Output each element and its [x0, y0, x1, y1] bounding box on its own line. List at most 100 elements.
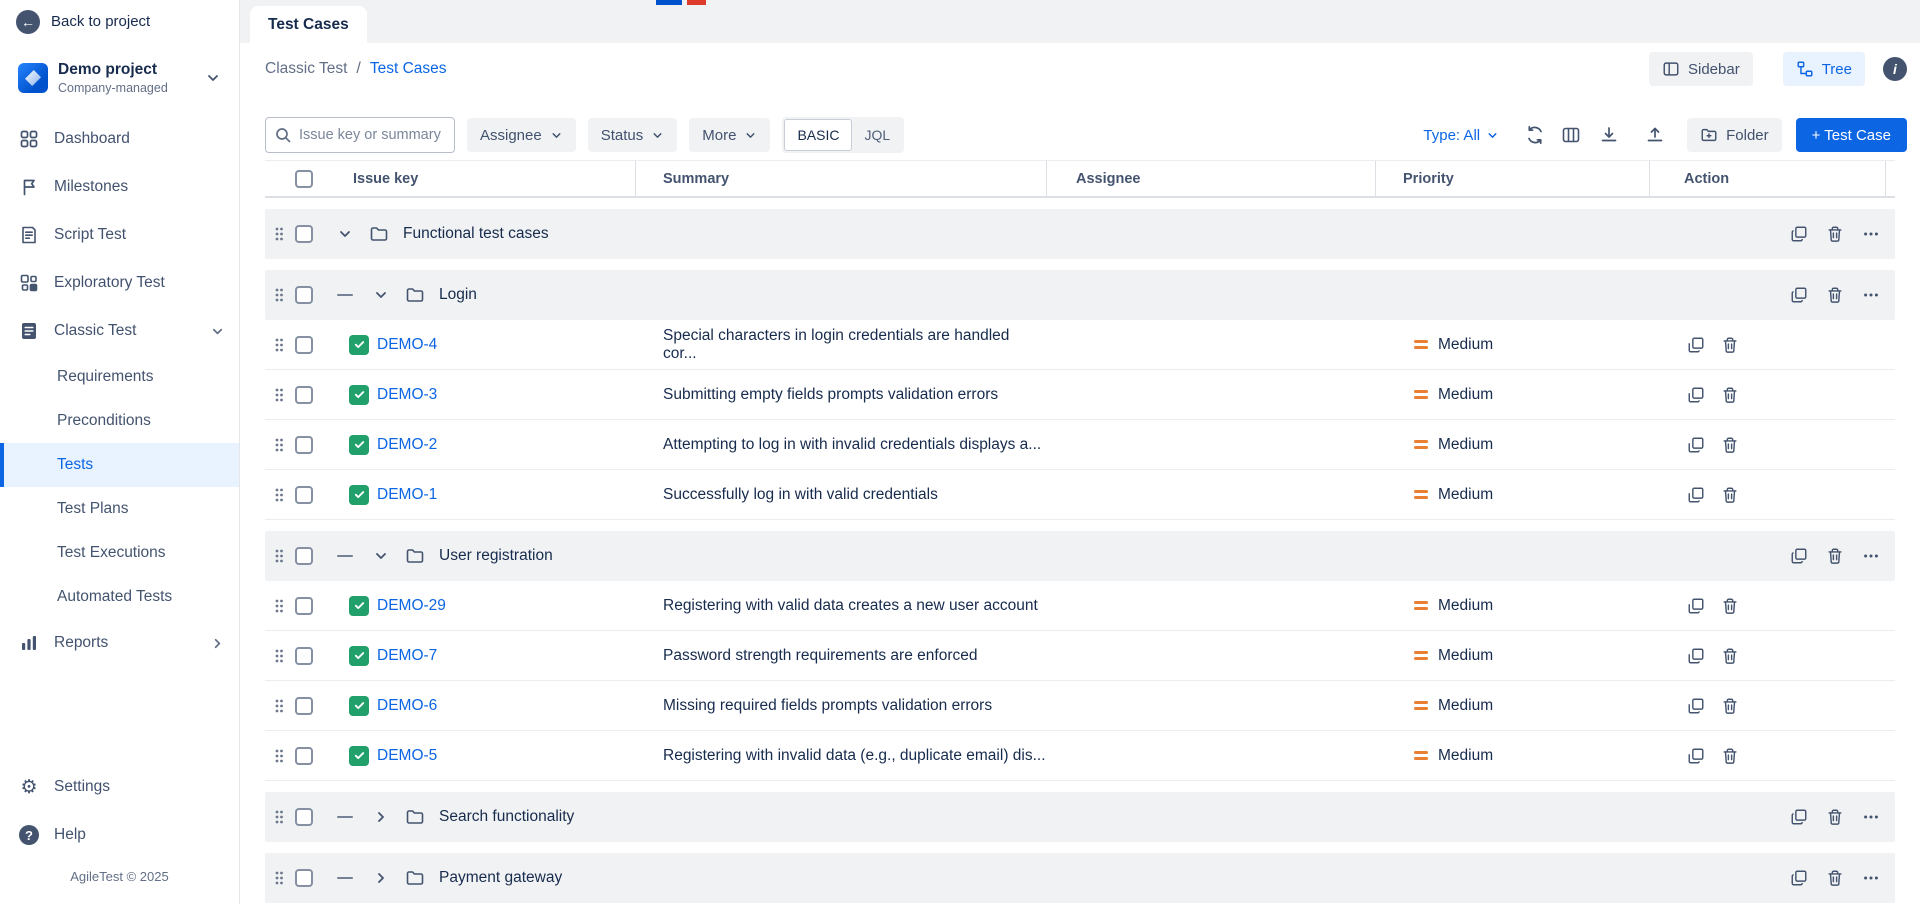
more-icon[interactable]: [1861, 546, 1881, 566]
issue-key-link[interactable]: DEMO-6: [377, 697, 437, 715]
copy-icon[interactable]: [1686, 596, 1706, 616]
trash-icon[interactable]: [1825, 285, 1845, 305]
sidebar-item-exploratory-test[interactable]: Exploratory Test: [0, 259, 239, 307]
columns-icon[interactable]: [1559, 123, 1583, 147]
type-filter-button[interactable]: Type: All: [1423, 127, 1499, 144]
trash-icon[interactable]: [1720, 646, 1740, 666]
copy-icon[interactable]: [1686, 746, 1706, 766]
drag-handle-icon[interactable]: [273, 598, 285, 614]
row-checkbox[interactable]: [295, 436, 313, 454]
info-icon[interactable]: i: [1883, 57, 1907, 81]
jql-mode-button[interactable]: JQL: [852, 127, 902, 143]
copy-icon[interactable]: [1686, 385, 1706, 405]
drag-handle-icon[interactable]: [273, 387, 285, 403]
test-summary[interactable]: Registering with valid data creates a ne…: [663, 597, 1038, 615]
add-test-case-button[interactable]: + Test Case: [1796, 118, 1907, 152]
sidebar-item-milestones[interactable]: Milestones: [0, 163, 239, 211]
issue-key-link[interactable]: DEMO-7: [377, 647, 437, 665]
copy-icon[interactable]: [1789, 807, 1809, 827]
copy-icon[interactable]: [1789, 868, 1809, 888]
sidebar-item-test-executions[interactable]: Test Executions: [0, 531, 239, 575]
drag-handle-icon[interactable]: [273, 809, 285, 825]
trash-icon[interactable]: [1720, 746, 1740, 766]
row-checkbox[interactable]: [295, 597, 313, 615]
drag-handle-icon[interactable]: [273, 870, 285, 886]
sidebar-item-classic-test[interactable]: Classic Test: [0, 307, 239, 355]
row-checkbox[interactable]: [295, 486, 313, 504]
row-checkbox[interactable]: [295, 336, 313, 354]
more-icon[interactable]: [1861, 224, 1881, 244]
sidebar-item-reports[interactable]: Reports: [0, 619, 239, 667]
drag-handle-icon[interactable]: [273, 548, 285, 564]
assignee-filter-button[interactable]: Assignee: [467, 118, 576, 152]
drag-handle-icon[interactable]: [273, 437, 285, 453]
refresh-icon[interactable]: [1523, 123, 1547, 147]
row-checkbox[interactable]: [295, 225, 313, 243]
sidebar-item-settings[interactable]: ⚙ Settings: [0, 763, 239, 811]
tree-view-button[interactable]: Tree: [1783, 52, 1865, 86]
test-summary[interactable]: Successfully log in with valid credentia…: [663, 486, 938, 504]
copy-icon[interactable]: [1686, 485, 1706, 505]
basic-mode-button[interactable]: BASIC: [784, 119, 852, 151]
sidebar-item-dashboard[interactable]: Dashboard: [0, 115, 239, 163]
more-icon[interactable]: [1861, 868, 1881, 888]
row-checkbox[interactable]: [295, 547, 313, 565]
sidebar-item-tests[interactable]: Tests: [0, 443, 239, 487]
drag-handle-icon[interactable]: [273, 226, 285, 242]
trash-icon[interactable]: [1720, 385, 1740, 405]
sidebar-item-help[interactable]: ? Help: [0, 811, 239, 859]
folder-name[interactable]: Payment gateway: [439, 869, 562, 887]
sidebar-toggle-button[interactable]: Sidebar: [1649, 52, 1753, 86]
folder-name[interactable]: Search functionality: [439, 808, 574, 826]
project-switcher[interactable]: Demo project Company-managed: [12, 55, 227, 101]
drag-handle-icon[interactable]: [273, 287, 285, 303]
test-summary[interactable]: Registering with invalid data (e.g., dup…: [663, 747, 1046, 765]
breadcrumb-parent[interactable]: Classic Test: [265, 60, 347, 78]
test-summary[interactable]: Special characters in login credentials …: [663, 327, 1047, 363]
more-filter-button[interactable]: More: [689, 118, 770, 152]
trash-icon[interactable]: [1720, 335, 1740, 355]
sidebar-item-preconditions[interactable]: Preconditions: [0, 399, 239, 443]
trash-icon[interactable]: [1825, 546, 1845, 566]
copy-icon[interactable]: [1686, 435, 1706, 455]
trash-icon[interactable]: [1720, 485, 1740, 505]
trash-icon[interactable]: [1825, 868, 1845, 888]
chevron-icon[interactable]: [337, 226, 353, 242]
test-summary[interactable]: Attempting to log in with invalid creden…: [663, 436, 1041, 454]
breadcrumb-current[interactable]: Test Cases: [370, 60, 447, 78]
row-checkbox[interactable]: [295, 286, 313, 304]
drag-handle-icon[interactable]: [273, 698, 285, 714]
test-summary[interactable]: Submitting empty fields prompts validati…: [663, 386, 998, 404]
copy-icon[interactable]: [1789, 224, 1809, 244]
trash-icon[interactable]: [1720, 696, 1740, 716]
test-summary[interactable]: Password strength requirements are enfor…: [663, 647, 977, 665]
row-checkbox[interactable]: [295, 647, 313, 665]
copy-icon[interactable]: [1789, 285, 1809, 305]
download-icon[interactable]: [1597, 123, 1621, 147]
drag-handle-icon[interactable]: [273, 337, 285, 353]
drag-handle-icon[interactable]: [273, 648, 285, 664]
tab-test-cases[interactable]: Test Cases: [250, 6, 367, 43]
issue-key-link[interactable]: DEMO-2: [377, 436, 437, 454]
issue-key-link[interactable]: DEMO-1: [377, 486, 437, 504]
chevron-icon[interactable]: [373, 870, 389, 886]
issue-key-link[interactable]: DEMO-3: [377, 386, 437, 404]
folder-name[interactable]: Functional test cases: [403, 225, 549, 243]
back-to-project-button[interactable]: ← Back to project: [0, 0, 239, 43]
copy-icon[interactable]: [1686, 696, 1706, 716]
sidebar-item-test-plans[interactable]: Test Plans: [0, 487, 239, 531]
row-checkbox[interactable]: [295, 747, 313, 765]
sidebar-item-script-test[interactable]: Script Test: [0, 211, 239, 259]
issue-key-link[interactable]: DEMO-5: [377, 747, 437, 765]
status-filter-button[interactable]: Status: [588, 118, 678, 152]
test-summary[interactable]: Missing required fields prompts validati…: [663, 697, 992, 715]
more-icon[interactable]: [1861, 807, 1881, 827]
row-checkbox[interactable]: [295, 808, 313, 826]
copy-icon[interactable]: [1686, 335, 1706, 355]
drag-handle-icon[interactable]: [273, 487, 285, 503]
trash-icon[interactable]: [1720, 435, 1740, 455]
trash-icon[interactable]: [1825, 807, 1845, 827]
issue-key-link[interactable]: DEMO-4: [377, 336, 437, 354]
add-folder-button[interactable]: Folder: [1687, 118, 1782, 152]
trash-icon[interactable]: [1720, 596, 1740, 616]
